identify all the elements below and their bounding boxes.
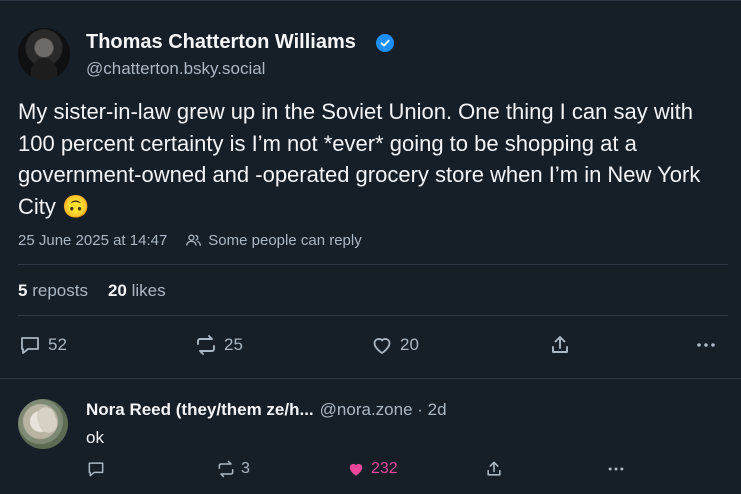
reply-like-button[interactable]: 232 [346,459,398,479]
share-icon [487,461,501,476]
repost-button[interactable]: 25 [194,333,243,357]
reposts-stat[interactable]: 5 reposts [18,281,88,301]
author-avatar[interactable] [18,28,70,80]
comment-icon [88,462,104,477]
more-icon [697,343,715,347]
comment-icon [21,337,39,354]
reply-count: 52 [48,335,67,354]
reply-like-count: 232 [371,460,398,477]
reply-button[interactable]: 52 [18,333,67,357]
like-count: 20 [400,335,419,354]
reply-setting[interactable]: Some people can reply [208,232,361,249]
reply-repost-count: 3 [241,460,250,477]
share-icon [552,336,568,353]
post-actions: 52 25 20 [18,333,728,359]
reply-repost-button[interactable]: 3 [216,459,250,479]
more-icon [608,467,624,471]
heart-filled-icon [349,463,363,476]
meta-divider [18,264,728,265]
reply-author-name[interactable]: Nora Reed (they/them ze/h... [86,400,314,420]
share-button[interactable] [548,333,572,357]
author-name[interactable]: Thomas Chatterton Williams [86,31,356,54]
reply-post[interactable]: Nora Reed (they/them ze/h... @nora.zone … [0,379,741,494]
people-icon [185,232,202,249]
main-post: Thomas Chatterton Williams @chatterton.b… [0,1,741,378]
post-stats: 5 reposts 20 likes [18,281,166,301]
more-options-button[interactable] [694,333,718,357]
verified-icon [376,34,394,52]
reply-share-button[interactable] [484,459,504,479]
reply-author-handle[interactable]: @nora.zone · 2d [320,400,447,420]
likes-stat[interactable]: 20 likes [108,281,166,301]
post-timestamp[interactable]: 25 June 2025 at 14:47 [18,232,167,249]
repost-count: 25 [224,335,243,354]
post-text: My sister-in-law grew up in the Soviet U… [18,99,701,219]
repost-icon [218,460,234,478]
like-button[interactable]: 20 [370,333,419,357]
stats-divider [18,315,728,316]
reply-text: ok [86,428,104,447]
reply-reply-button[interactable] [86,459,106,479]
reply-header: Nora Reed (they/them ze/h... @nora.zone … [86,400,447,420]
reply-avatar[interactable] [18,399,68,449]
heart-icon [373,338,391,354]
author-handle[interactable]: @chatterton.bsky.social [86,59,265,79]
post-meta: 25 June 2025 at 14:47 Some people can re… [18,232,362,249]
reply-more-button[interactable] [606,459,626,479]
repost-icon [197,335,215,355]
